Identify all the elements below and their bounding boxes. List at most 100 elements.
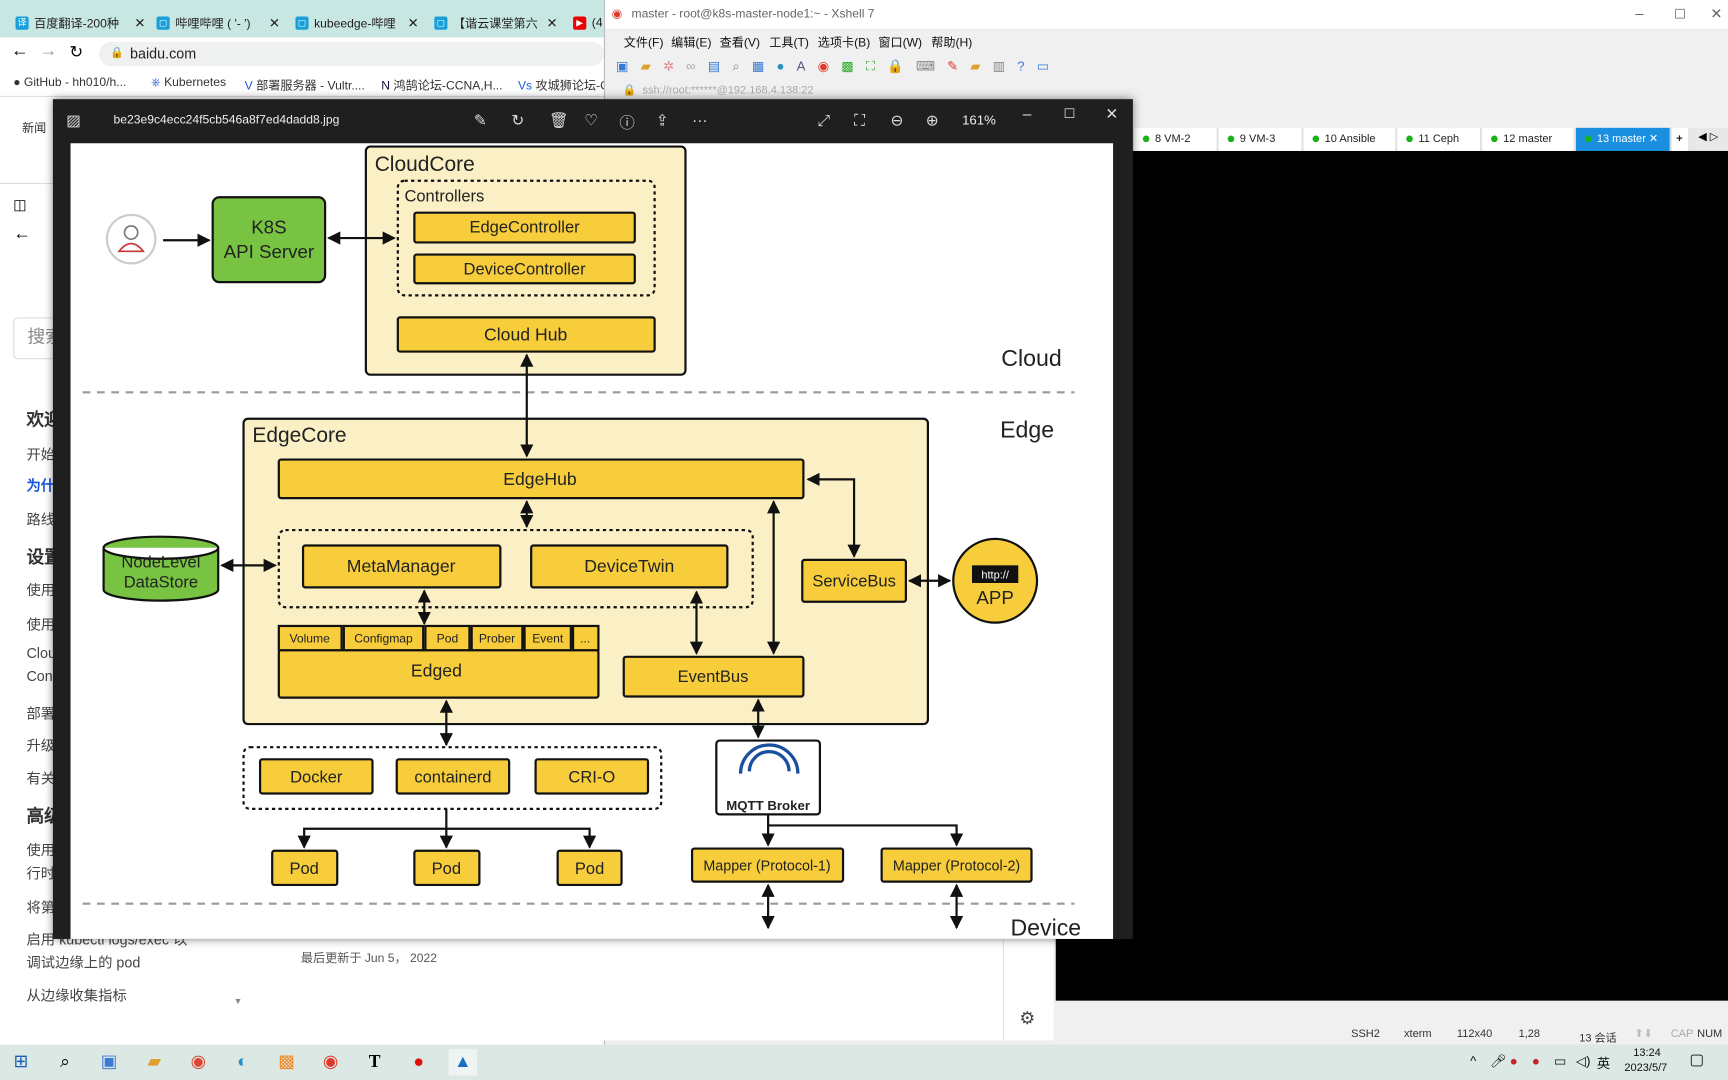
sidebar-item[interactable]: 使用 — [26, 579, 55, 600]
close-icon[interactable]: ✕ — [1710, 0, 1722, 29]
minimize-icon[interactable]: – — [1635, 0, 1643, 29]
ime-indicator[interactable]: 英 — [1597, 1054, 1610, 1073]
sidebar-item[interactable]: 使用 — [26, 613, 55, 634]
new-tab-button[interactable]: + — [1671, 127, 1690, 151]
sidebar-item[interactable]: 有关 — [26, 767, 55, 788]
session-tab[interactable]: 11 Ceph — [1397, 127, 1482, 151]
close-tab-icon[interactable]: ✕ — [408, 15, 419, 30]
edge-icon[interactable]: ◐ — [228, 1049, 257, 1075]
image-canvas[interactable]: CloudCore Controllers EdgeController Dev… — [70, 143, 1114, 939]
zoom-in-icon[interactable]: ⊕ — [926, 111, 939, 130]
xshell-icon[interactable]: ◉ — [316, 1049, 345, 1075]
terminal[interactable] — [1055, 150, 1728, 1001]
back-icon[interactable]: ← — [11, 42, 29, 62]
session-tab[interactable]: 8 VM-2 — [1133, 127, 1218, 151]
share-icon[interactable]: ⇪ — [656, 111, 669, 130]
properties-icon[interactable]: ▤ — [708, 58, 721, 73]
menu-tools[interactable]: 工具(T) — [769, 33, 809, 51]
help-icon[interactable]: ? — [1017, 58, 1024, 73]
bookmark-vultr[interactable]: V 部署服务器 - Vultr.... — [245, 76, 365, 94]
new-folder-icon[interactable]: ▰ — [970, 58, 980, 73]
fit-icon[interactable]: ⛶ — [854, 111, 865, 130]
volume-icon[interactable]: ◁) — [1576, 1054, 1591, 1069]
transfer-icon[interactable]: ▦ — [752, 58, 765, 73]
delete-icon[interactable]: 🗑 — [549, 111, 569, 130]
sidebar-item[interactable]: 从边缘收集指标 — [26, 984, 126, 1005]
more-icon[interactable]: ··· — [692, 111, 707, 129]
new-session-icon[interactable]: ▣ — [616, 58, 629, 73]
recorder-icon[interactable]: ● — [404, 1049, 433, 1075]
browser-tab[interactable]: ▢ kubeedge-哔哩 ✕ — [295, 9, 419, 38]
gear-icon[interactable]: ⚙ — [1019, 1007, 1035, 1029]
disconnect-icon[interactable]: ∞ — [686, 58, 695, 73]
edit-icon[interactable]: ✎ — [474, 111, 487, 130]
close-tab-icon[interactable]: ✕ — [269, 15, 280, 30]
qq-icon[interactable]: ● — [1510, 1054, 1518, 1069]
sidebar-item-active[interactable]: 为什 — [26, 474, 55, 495]
close-icon[interactable]: ✕ — [1105, 105, 1118, 124]
photos-icon[interactable]: ▲ — [448, 1049, 478, 1076]
clock-date[interactable]: 2023/5/7 — [1624, 1062, 1667, 1074]
notification-icon[interactable]: ▢ — [1689, 1050, 1704, 1069]
reconnect-icon[interactable]: ✲ — [663, 58, 674, 73]
typora-icon[interactable]: T — [360, 1049, 389, 1075]
expand-icon[interactable]: ⤢ — [818, 111, 830, 130]
favorite-icon[interactable]: ♡ — [584, 111, 598, 130]
keyboard-icon[interactable]: ⌨ — [916, 58, 935, 73]
reload-icon[interactable]: ↻ — [69, 42, 83, 62]
info-icon[interactable]: ⓘ — [619, 111, 634, 133]
globe-icon[interactable]: ● — [777, 58, 785, 73]
forward-icon[interactable]: → — [40, 42, 58, 62]
lock-icon[interactable]: 🔒 — [887, 58, 903, 73]
xftp-icon[interactable]: ◉ — [818, 58, 830, 73]
bookmark-vs[interactable]: Vs 攻城狮论坛-C — [518, 76, 604, 94]
browser-tab[interactable]: ▢ 【谐云课堂第六 ✕ — [434, 9, 558, 38]
sidebar-item[interactable]: 行时 — [26, 862, 55, 883]
search-icon[interactable]: ⌕ — [51, 1049, 80, 1075]
menu-view[interactable]: 查看(V) — [720, 33, 760, 51]
sidebar-item[interactable]: 部署 — [26, 702, 55, 723]
menu-file[interactable]: 文件(F) — [624, 33, 664, 51]
task-app-icon[interactable]: ▣ — [95, 1049, 124, 1075]
sidebar-item[interactable]: 将第 — [26, 896, 55, 917]
sidebar-item[interactable]: Clou — [26, 645, 55, 662]
back-arrow-icon[interactable]: ← — [13, 225, 31, 245]
layout-icon[interactable]: ▥ — [993, 58, 1006, 73]
sidebar-item[interactable]: Con — [26, 668, 52, 685]
open-folder-icon[interactable]: ▰ — [641, 58, 651, 73]
session-tab-active[interactable]: 13 master ✕ — [1575, 127, 1671, 151]
font-icon[interactable]: A — [797, 58, 806, 73]
close-tab-icon[interactable]: ✕ — [134, 15, 145, 30]
chrome-icon[interactable]: ◉ — [184, 1049, 213, 1075]
bookmark-hh010[interactable]: N 鸿鹄论坛-CCNA,H... — [381, 76, 502, 94]
qq-icon[interactable]: ● — [1532, 1054, 1540, 1069]
sidebar-item[interactable]: 升级 — [26, 734, 55, 755]
sidebar-toggle-icon[interactable]: ◫ — [13, 196, 27, 214]
microphone-icon[interactable]: 🎤︎ — [1490, 1054, 1507, 1069]
menu-window[interactable]: 窗口(W) — [878, 33, 922, 51]
menu-help[interactable]: 帮助(H) — [931, 33, 972, 51]
xftp-green-icon[interactable]: ▩ — [841, 58, 854, 73]
maximize-icon[interactable]: ☐ — [1674, 0, 1686, 29]
sidebar-item[interactable]: 调试边缘上的 pod — [26, 951, 140, 972]
chat-icon[interactable]: ▭ — [1037, 58, 1050, 73]
sidebar-item[interactable]: 使用 — [26, 839, 55, 860]
nav-news-link[interactable]: 新闻 — [22, 119, 46, 137]
minimize-icon[interactable]: – — [1023, 105, 1032, 123]
menu-edit[interactable]: 编辑(E) — [671, 33, 711, 51]
scroll-down-icon[interactable]: ▼ — [234, 996, 243, 1006]
start-icon[interactable]: ⊞ — [7, 1049, 36, 1075]
close-tab-icon[interactable]: ✕ — [547, 15, 558, 30]
zoom-out-icon[interactable]: ⊖ — [890, 111, 903, 130]
address-bar[interactable]: 🔒 baidu.com — [99, 41, 604, 67]
sidebar-item[interactable]: 开始 — [26, 443, 55, 464]
network-icon[interactable]: ▭ — [1554, 1054, 1567, 1069]
browser-tab[interactable]: ▶ (4 — [573, 9, 604, 38]
rotate-icon[interactable]: ↻ — [511, 111, 524, 130]
fullscreen-icon[interactable]: ⛶ — [866, 58, 875, 75]
pdf-icon[interactable]: ▩ — [272, 1049, 301, 1075]
browser-tab[interactable]: 译百度翻译-200种 ✕ — [15, 9, 145, 38]
bookmark-kubernetes[interactable]: ⎈ Kubernetes — [151, 76, 226, 90]
tab-scroll-icon[interactable]: ◀ ▷ — [1698, 131, 1718, 143]
clock-time[interactable]: 13:24 — [1633, 1047, 1661, 1059]
